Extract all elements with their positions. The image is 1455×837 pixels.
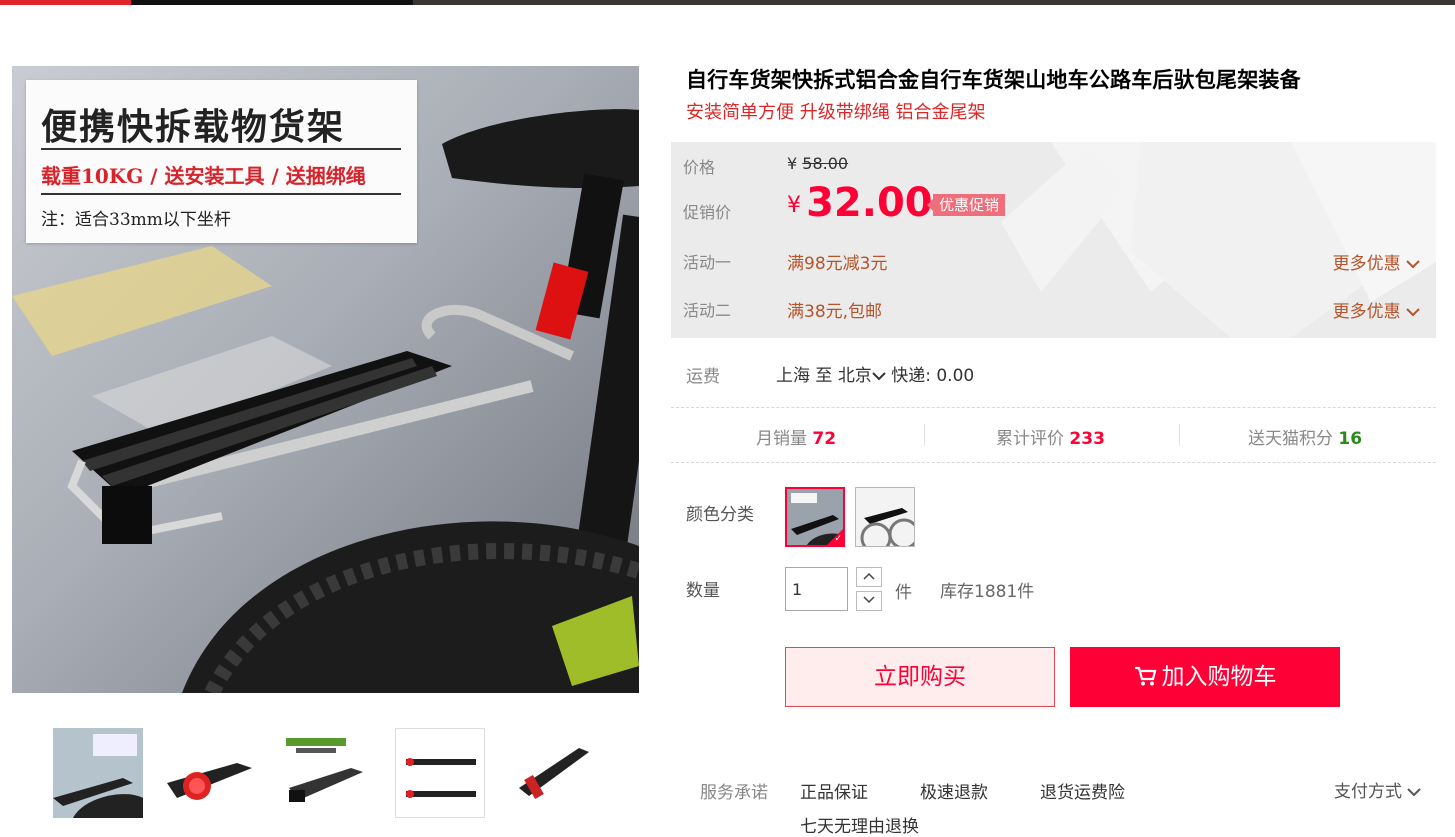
- sales-stats: 月销量 72 累计评价 233 送天猫积分 16: [671, 410, 1436, 462]
- add-to-cart-button[interactable]: 加入购物车: [1070, 647, 1340, 707]
- divider: [41, 193, 401, 195]
- divider: [41, 148, 401, 150]
- chevron-down-icon: [1406, 260, 1420, 269]
- quantity-unit: 件: [895, 583, 912, 603]
- ship-from: 上海: [776, 366, 810, 386]
- thumbnail-image: [286, 738, 363, 802]
- tmall-points: 送天猫积分 16: [1248, 424, 1362, 449]
- ship-to: 北京: [837, 366, 872, 386]
- more-discounts-link[interactable]: 更多优惠: [1333, 249, 1420, 274]
- price-panel-background: [1001, 142, 1436, 338]
- promo-card: 便携快拆载物货架 载重10KG / 送安装工具 / 送捆绑绳 注：适合33mm以…: [26, 80, 417, 243]
- buy-now-label: 立即购买: [874, 664, 966, 690]
- service-seven-day-return[interactable]: 七天无理由退换: [800, 812, 919, 837]
- activity-label: 活动二: [683, 301, 732, 320]
- thumbnail-4[interactable]: [395, 728, 485, 818]
- chevron-down-icon: [872, 372, 886, 381]
- promo-price-value: 32.00: [806, 180, 933, 226]
- promo-price-label: 促销价: [683, 203, 732, 222]
- divider: [671, 407, 1436, 408]
- divider: [671, 462, 1436, 463]
- thumbnail-strip: [53, 728, 613, 820]
- add-to-cart-label: 加入购物车: [1161, 664, 1277, 690]
- more-discounts-label: 更多优惠: [1332, 302, 1401, 322]
- currency-symbol: ¥: [787, 154, 798, 173]
- top-bar-accent: [0, 0, 131, 5]
- ship-to-word: 至: [815, 366, 833, 386]
- quantity-decrease-button[interactable]: [856, 591, 882, 611]
- monthly-sales: 月销量 72: [756, 424, 836, 449]
- check-icon: ✓: [834, 534, 842, 544]
- original-price-value: 58.00: [802, 154, 849, 173]
- promo-price: ¥ 32.00: [787, 180, 933, 226]
- color-option-image: [856, 488, 914, 546]
- thumbnail-image: [519, 748, 589, 800]
- chevron-down-icon: [863, 596, 875, 604]
- promo-subtitle: 载重10KG / 送安装工具 / 送捆绑绳: [41, 164, 366, 188]
- activity-label: 活动一: [683, 253, 732, 272]
- promo-badge: 优惠促销: [926, 194, 1006, 216]
- color-label: 颜色分类: [686, 505, 754, 525]
- review-count-value: 233: [1069, 429, 1105, 449]
- service-genuine[interactable]: 正品保证: [800, 778, 868, 803]
- divider: [1179, 424, 1180, 446]
- buy-now-button[interactable]: 立即购买: [785, 647, 1055, 707]
- color-option-2[interactable]: [855, 487, 915, 547]
- more-discounts-label: 更多优惠: [1332, 254, 1401, 274]
- chevron-up-icon: [863, 572, 875, 580]
- thumbnail-1[interactable]: [53, 728, 143, 818]
- service-label: 服务承诺: [700, 783, 768, 803]
- divider: [924, 424, 925, 446]
- original-price: ¥ 58.00: [787, 154, 848, 173]
- main-product-image[interactable]: 便携快拆载物货架 载重10KG / 送安装工具 / 送捆绑绳 注：适合33mm以…: [12, 66, 639, 693]
- quantity-increase-button[interactable]: [856, 567, 882, 587]
- shipping-label: 运费: [686, 367, 720, 387]
- express-fee: 快递: 0.00: [891, 366, 975, 386]
- activity-text: 满38元,包邮: [787, 302, 883, 322]
- chevron-down-icon: [1406, 308, 1420, 317]
- thumbnail-image: [53, 734, 143, 818]
- top-bar: [0, 0, 1455, 5]
- monthly-sales-label: 月销量: [756, 429, 807, 449]
- product-title: 自行车货架快拆式铝合金自行车货架山地车公路车后驮包尾架装备: [686, 68, 1301, 92]
- activity-text: 满98元减3元: [787, 254, 888, 274]
- tmall-points-label: 送天猫积分: [1248, 429, 1333, 449]
- price-label: 价格: [683, 158, 716, 177]
- service-return-shipping[interactable]: 退货运费险: [1040, 778, 1125, 803]
- product-subtitle: 安装简单方便 升级带绑绳 铝合金尾架: [686, 102, 986, 123]
- promo-title: 便携快拆载物货架: [41, 106, 346, 148]
- currency-symbol: ¥: [787, 193, 801, 218]
- stock-count: 库存1881件: [940, 582, 1035, 602]
- tmall-points-value: 16: [1338, 429, 1363, 449]
- thumbnail-3[interactable]: [281, 728, 371, 818]
- payment-methods-label: 支付方式: [1334, 782, 1402, 802]
- promo-note: 注：适合33mm以下坐杆: [41, 210, 231, 230]
- payment-methods-dropdown[interactable]: 支付方式: [1334, 777, 1422, 802]
- top-bar-dark: [131, 0, 413, 5]
- chevron-down-icon: [1407, 788, 1422, 797]
- review-count-label: 累计评价: [996, 429, 1064, 449]
- cart-icon: [1134, 666, 1156, 686]
- thumbnail-5[interactable]: [509, 728, 599, 818]
- service-fast-refund[interactable]: 极速退款: [920, 778, 988, 803]
- quantity-input[interactable]: [785, 567, 848, 611]
- review-count[interactable]: 累计评价 233: [996, 424, 1105, 449]
- price-panel: 价格 ¥ 58.00 促销价 ¥ 32.00 优惠促销 活动一 满98元减3元 …: [671, 142, 1436, 338]
- color-option-1[interactable]: ✓: [785, 487, 845, 547]
- monthly-sales-value: 72: [812, 429, 837, 449]
- more-discounts-link[interactable]: 更多优惠: [1333, 297, 1420, 322]
- quantity-label: 数量: [686, 581, 720, 601]
- shipping-info: 上海 至 北京 快递: 0.00: [776, 361, 974, 386]
- destination-selector[interactable]: 北京: [838, 366, 891, 386]
- thumbnail-image: [406, 758, 476, 798]
- thumbnail-image: [167, 763, 252, 800]
- thumbnail-2[interactable]: [167, 728, 257, 818]
